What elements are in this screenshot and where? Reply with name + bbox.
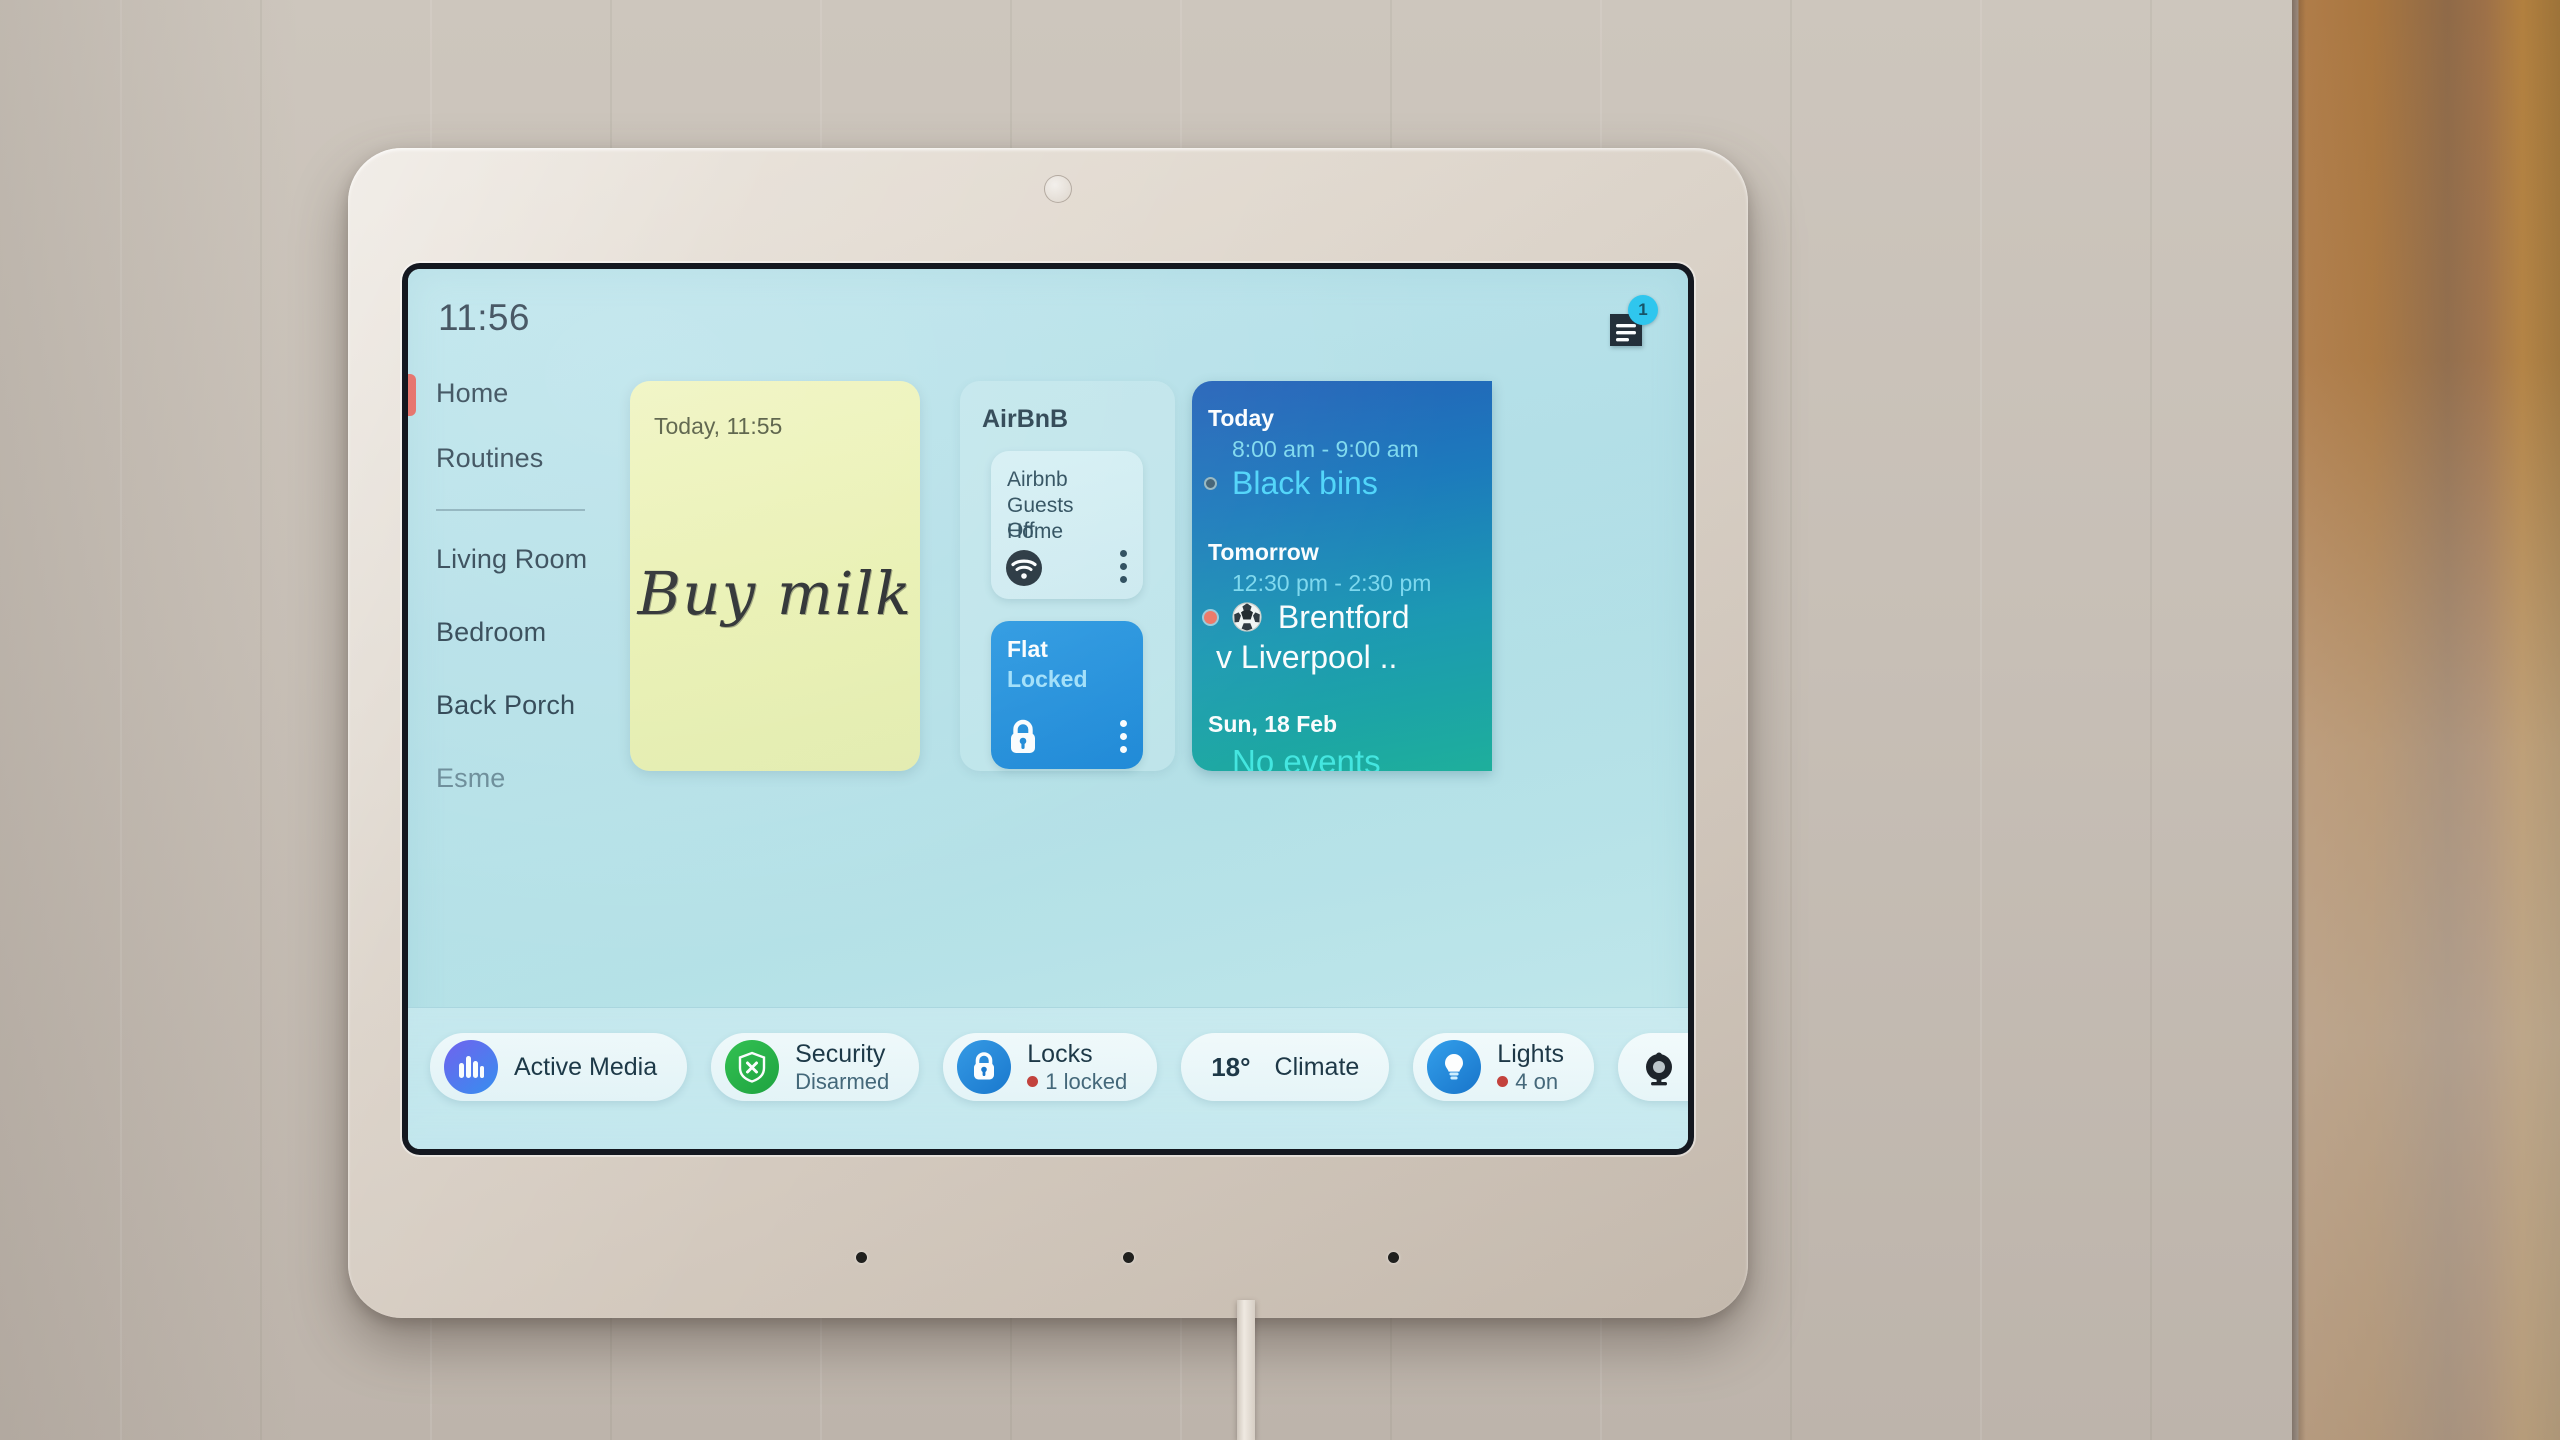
quick-control-lights[interactable]: Lights 4 on [1413, 1033, 1595, 1101]
note-text: Buy milk [637, 559, 913, 628]
shield-x-icon [725, 1040, 780, 1094]
quick-control-status: 4 on [1497, 1069, 1564, 1095]
quick-control-label: Climate [1274, 1052, 1360, 1081]
door-frame-shadow [2292, 0, 2306, 1440]
quick-control-label: Locks [1027, 1039, 1093, 1068]
equalizer-icon [444, 1040, 498, 1094]
wooden-door-frame [2292, 0, 2560, 1440]
sidebar-item-bedroom[interactable]: Bedroom [408, 596, 613, 669]
event-dot-icon [1204, 611, 1217, 624]
status-dot-icon [1027, 1076, 1039, 1087]
wall-shadow [0, 0, 300, 1440]
calendar-block-today: Today 8:00 am - 9:00 am Black bins [1192, 381, 1492, 503]
sidebar-item-routines[interactable]: Routines [408, 426, 613, 491]
note-timestamp: Today, 11:55 [654, 413, 783, 439]
lock-closed-icon [957, 1040, 1012, 1094]
calendar-block-sunday: Sun, 18 Feb No events [1192, 677, 1492, 771]
quick-controls-row: Active Media Security Disarmed Locks 1 l… [430, 1033, 1688, 1101]
sidebar-nav[interactable]: Home Routines Living Room Bedroom Back P… [408, 361, 613, 815]
quick-control-security[interactable]: Security Disarmed [711, 1033, 920, 1101]
microphone-hole [1388, 1252, 1399, 1263]
quick-control-status-text: 4 on [1515, 1068, 1559, 1094]
calendar-block-tomorrow: Tomorrow 12:30 pm - 2:30 pm Brentford v … [1192, 503, 1492, 677]
quick-control-status-text: 1 locked [1045, 1068, 1128, 1094]
camera-lens-icon [1044, 175, 1072, 203]
wifi-icon[interactable] [1005, 549, 1043, 587]
display-screen[interactable]: 11:56 1 Home Routines Living Room Bedroo… [408, 269, 1688, 1149]
quick-control-climate[interactable]: 18° Climate [1181, 1033, 1390, 1101]
tile-state: Off [1007, 519, 1035, 542]
bottom-quick-controls-bar: Active Media Security Disarmed Locks 1 l… [408, 1007, 1688, 1149]
climate-temperature: 18° [1211, 1051, 1251, 1082]
airbnb-group-title: AirBnB [982, 405, 1069, 433]
calendar-event[interactable]: Black bins [1204, 463, 1492, 503]
status-dot-icon [1497, 1076, 1509, 1087]
quick-control-cameras[interactable]: C [1618, 1033, 1688, 1101]
power-cable [1237, 1300, 1255, 1440]
lock-closed-icon[interactable] [1005, 717, 1041, 757]
calendar-event-line2[interactable]: v Liverpool .. [1216, 637, 1492, 677]
sidebar-item-back-porch[interactable]: Back Porch [408, 669, 613, 742]
quick-control-active-media[interactable]: Active Media [430, 1033, 688, 1101]
device-tile-airbnb-guests[interactable]: Airbnb Guests Home Off [991, 451, 1143, 599]
event-dot-icon [1204, 477, 1217, 490]
calendar-event[interactable]: Brentford [1204, 597, 1492, 637]
quick-control-label: Lights [1497, 1039, 1565, 1068]
calendar-day-label: Tomorrow [1208, 539, 1319, 565]
calendar-event-title: Black bins [1232, 465, 1378, 501]
tile-state: Locked [1007, 666, 1088, 692]
calendar-card[interactable]: Today 8:00 am - 9:00 am Black bins Tomor… [1192, 381, 1492, 771]
calendar-no-events: No events [1232, 743, 1381, 771]
camera-icon [1632, 1040, 1686, 1094]
sticky-note-card[interactable]: Today, 11:55 Buy milk [630, 381, 920, 771]
quick-control-status: 1 locked [1027, 1069, 1127, 1095]
lightbulb-icon [1427, 1040, 1482, 1094]
sidebar-item-living-room[interactable]: Living Room [408, 523, 613, 596]
clock: 11:56 [438, 297, 530, 338]
microphone-hole [1123, 1252, 1134, 1263]
quick-control-label: Active Media [514, 1052, 658, 1081]
smart-display-device: 11:56 1 Home Routines Living Room Bedroo… [348, 148, 1748, 1318]
quick-control-label: Security [795, 1039, 886, 1068]
calendar-day-label: Sun, 18 Feb [1208, 711, 1338, 737]
calendar-day-label: Today [1208, 405, 1275, 431]
calendar-event-time: 12:30 pm - 2:30 pm [1232, 570, 1432, 596]
sidebar-item-home[interactable]: Home [408, 361, 613, 426]
device-tile-flat-lock[interactable]: Flat Locked [991, 621, 1143, 769]
airbnb-group-card[interactable]: AirBnB Airbnb Guests Home Off Flat Locke… [960, 381, 1175, 771]
sidebar-item-esme[interactable]: Esme [408, 742, 613, 815]
notifications-button[interactable]: 1 [1602, 295, 1658, 351]
calendar-event-title-cont: v Liverpool .. [1216, 639, 1398, 675]
microphone-hole [856, 1252, 867, 1263]
tile-name: Flat [1007, 636, 1048, 662]
more-vertical-icon[interactable] [1120, 720, 1127, 753]
calendar-event-time: 8:00 am - 9:00 am [1232, 436, 1419, 462]
sidebar-divider [436, 509, 585, 511]
more-vertical-icon[interactable] [1120, 550, 1127, 583]
calendar-event-title: Brentford [1277, 599, 1410, 635]
soccer-ball-icon [1232, 602, 1262, 632]
notification-badge: 1 [1628, 295, 1658, 325]
quick-control-status: Disarmed [795, 1068, 890, 1094]
quick-control-locks[interactable]: Locks 1 locked [943, 1033, 1158, 1101]
